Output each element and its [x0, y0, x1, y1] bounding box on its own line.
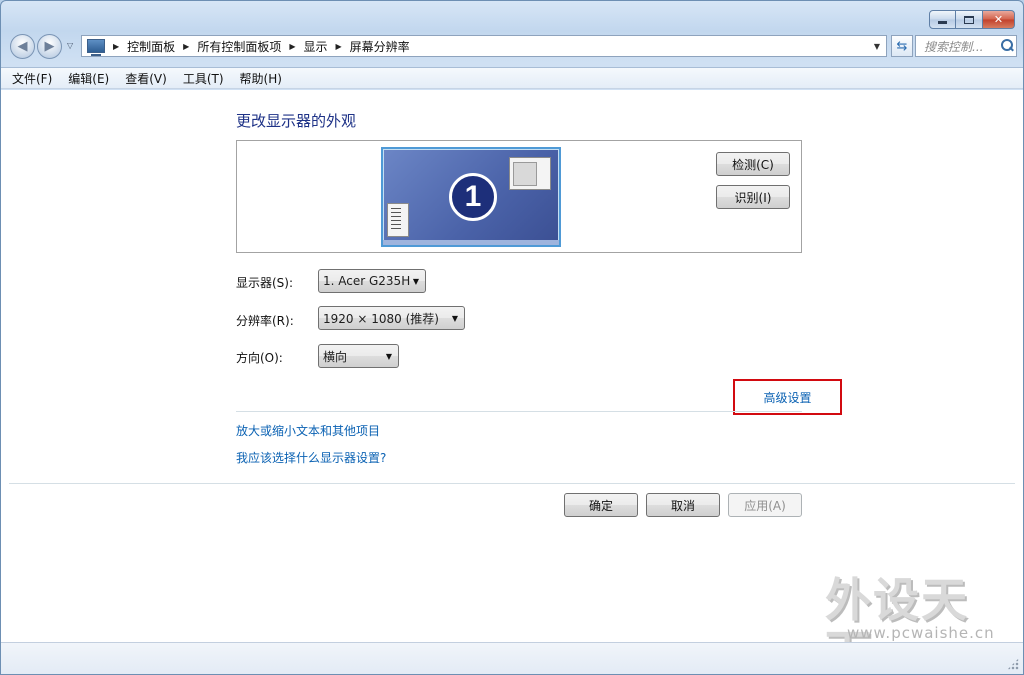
- menu-file[interactable]: 文件(F): [12, 70, 52, 87]
- chevron-down-icon: ▼: [412, 277, 419, 286]
- document-thumbnail-icon: [387, 203, 409, 237]
- close-icon: ✕: [993, 13, 1004, 26]
- ok-button[interactable]: 确定: [564, 493, 638, 517]
- divider: [9, 483, 1015, 484]
- taskbar-thumbnail: [383, 240, 559, 245]
- apply-button[interactable]: 应用(A): [728, 493, 802, 517]
- control-panel-icon: [87, 39, 105, 56]
- menu-view[interactable]: 查看(V): [125, 70, 167, 87]
- menu-help[interactable]: 帮助(H): [240, 70, 282, 87]
- forward-button[interactable]: ▶: [37, 34, 62, 59]
- advanced-settings-link[interactable]: 高级设置: [763, 389, 811, 406]
- monitor-preview-panel: 1 检测(C) 识别(I): [236, 140, 802, 253]
- identify-button[interactable]: 识别(I): [716, 185, 790, 209]
- text-size-link[interactable]: 放大或缩小文本和其他项目: [236, 422, 380, 439]
- resolution-select-value: 1920 × 1080 (推荐): [323, 311, 439, 326]
- resolution-select[interactable]: 1920 × 1080 (推荐) ▼: [318, 306, 465, 330]
- breadcrumb-item-control-panel[interactable]: 控制面板: [127, 38, 175, 55]
- chevron-right-icon[interactable]: ▶: [113, 42, 119, 51]
- breadcrumb: 控制面板 ▶ 所有控制面板项 ▶ 显示 ▶ 屏幕分辨率: [127, 38, 410, 55]
- window-caption-buttons: ✕: [929, 10, 1015, 29]
- watermark-url: www.pcwaishe.cn: [847, 624, 995, 642]
- resize-grip-icon[interactable]: [1007, 658, 1019, 670]
- navigation-row: ◀ ▶ ▽ ▶ 控制面板 ▶ 所有控制面板项 ▶ 显示 ▶ 屏幕分辨率 ▼ ⇆ …: [9, 33, 1017, 59]
- maximize-icon: [964, 15, 974, 24]
- resolution-label: 分辨率(R):: [236, 314, 294, 328]
- breadcrumb-item-display[interactable]: 显示: [304, 38, 328, 55]
- display-select[interactable]: 1. Acer G235H ▼: [318, 269, 426, 293]
- detect-button[interactable]: 检测(C): [716, 152, 790, 176]
- refresh-button[interactable]: ⇆: [891, 35, 913, 57]
- back-arrow-icon: ◀: [17, 39, 28, 54]
- search-input[interactable]: 搜索控制...: [924, 38, 998, 55]
- cancel-button[interactable]: 取消: [646, 493, 720, 517]
- menu-edit[interactable]: 编辑(E): [68, 70, 109, 87]
- monitor-number-badge: 1: [449, 173, 497, 221]
- close-button[interactable]: ✕: [983, 10, 1015, 29]
- breadcrumb-item-all-items[interactable]: 所有控制面板项: [197, 38, 281, 55]
- display-select-value: 1. Acer G235H: [323, 274, 411, 288]
- monitor-1-preview[interactable]: 1: [381, 147, 561, 247]
- maximize-button[interactable]: [956, 10, 983, 29]
- search-icon[interactable]: [998, 37, 1016, 55]
- search-box[interactable]: 搜索控制...: [915, 35, 1017, 57]
- breadcrumb-item-screen-resolution[interactable]: 屏幕分辨率: [350, 38, 410, 55]
- orientation-label: 方向(O):: [236, 351, 283, 365]
- minimize-button[interactable]: [929, 10, 956, 29]
- menu-tools[interactable]: 工具(T): [183, 70, 224, 87]
- advanced-settings-highlight: 高级设置: [733, 379, 842, 415]
- minimize-icon: [938, 21, 947, 24]
- forward-arrow-icon: ▶: [44, 39, 55, 54]
- orientation-select[interactable]: 横向 ▼: [318, 344, 399, 368]
- recent-pages-dropdown-icon[interactable]: ▽: [67, 41, 73, 50]
- watermark: 外设天下 www.pcwaishe.cn: [821, 574, 1011, 674]
- control-panel-window: ✕ ◀ ▶ ▽ ▶ 控制面板 ▶ 所有控制面板项 ▶ 显示 ▶ 屏幕分辨率 ▼ …: [0, 0, 1024, 675]
- display-label: 显示器(S):: [236, 276, 294, 290]
- which-settings-link[interactable]: 我应该选择什么显示器设置?: [236, 449, 386, 466]
- chevron-right-icon[interactable]: ▶: [289, 42, 295, 51]
- menu-bar: 文件(F) 编辑(E) 查看(V) 工具(T) 帮助(H): [1, 67, 1023, 89]
- page-title: 更改显示器的外观: [236, 112, 357, 130]
- status-bar: [1, 642, 1023, 674]
- window-thumbnail-icon: [509, 157, 551, 190]
- chevron-right-icon[interactable]: ▶: [336, 42, 342, 51]
- refresh-icon: ⇆: [896, 38, 908, 54]
- orientation-select-value: 横向: [323, 349, 348, 364]
- chevron-down-icon: ▼: [385, 352, 392, 361]
- back-button[interactable]: ◀: [10, 34, 35, 59]
- main-content: 更改显示器的外观 1 检测(C) 识别(I) 显示器(S): 1. Acer G…: [1, 90, 1023, 674]
- address-bar[interactable]: ▶ 控制面板 ▶ 所有控制面板项 ▶ 显示 ▶ 屏幕分辨率 ▼: [81, 35, 887, 57]
- address-dropdown-icon[interactable]: ▼: [874, 42, 880, 51]
- chevron-down-icon: ▼: [451, 314, 458, 323]
- chevron-right-icon[interactable]: ▶: [183, 42, 189, 51]
- divider: [236, 411, 802, 412]
